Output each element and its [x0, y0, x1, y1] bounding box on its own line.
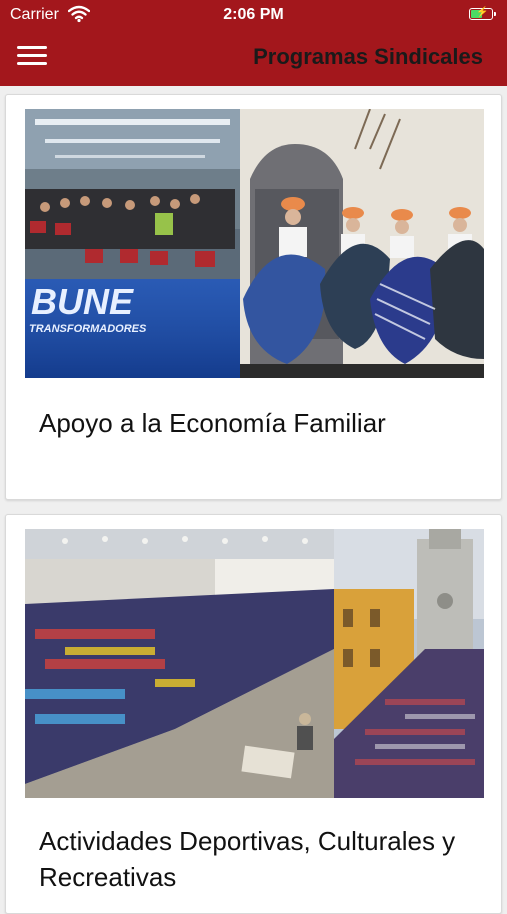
- hamburger-menu-icon[interactable]: [17, 44, 47, 68]
- clock-label: 2:06 PM: [223, 6, 284, 23]
- program-card-economia-familiar[interactable]: BUNE TRANSFORMADORES Apoyo a la Economía…: [5, 94, 502, 500]
- card-title: Actividades Deportivas, Culturales y Rec…: [39, 826, 456, 892]
- floor-caption-text: TRANSFORMADORES: [29, 323, 147, 335]
- page-title: Programas Sindicales: [253, 44, 483, 69]
- card-title: Apoyo a la Economía Familiar: [39, 408, 386, 438]
- sports-event-collage-photo: [25, 529, 484, 798]
- program-card-actividades-deportivas[interactable]: Actividades Deportivas, Culturales y Rec…: [5, 514, 502, 914]
- floor-logo-text: BUNE: [31, 281, 134, 322]
- battery-charging-icon: ⚡: [469, 7, 496, 20]
- status-bar: Carrier 2:06 PM ⚡: [0, 0, 507, 30]
- app-header: Carrier 2:06 PM ⚡ Programas Sindicales: [0, 0, 507, 86]
- event-collage-photo: BUNE TRANSFORMADORES: [25, 109, 484, 378]
